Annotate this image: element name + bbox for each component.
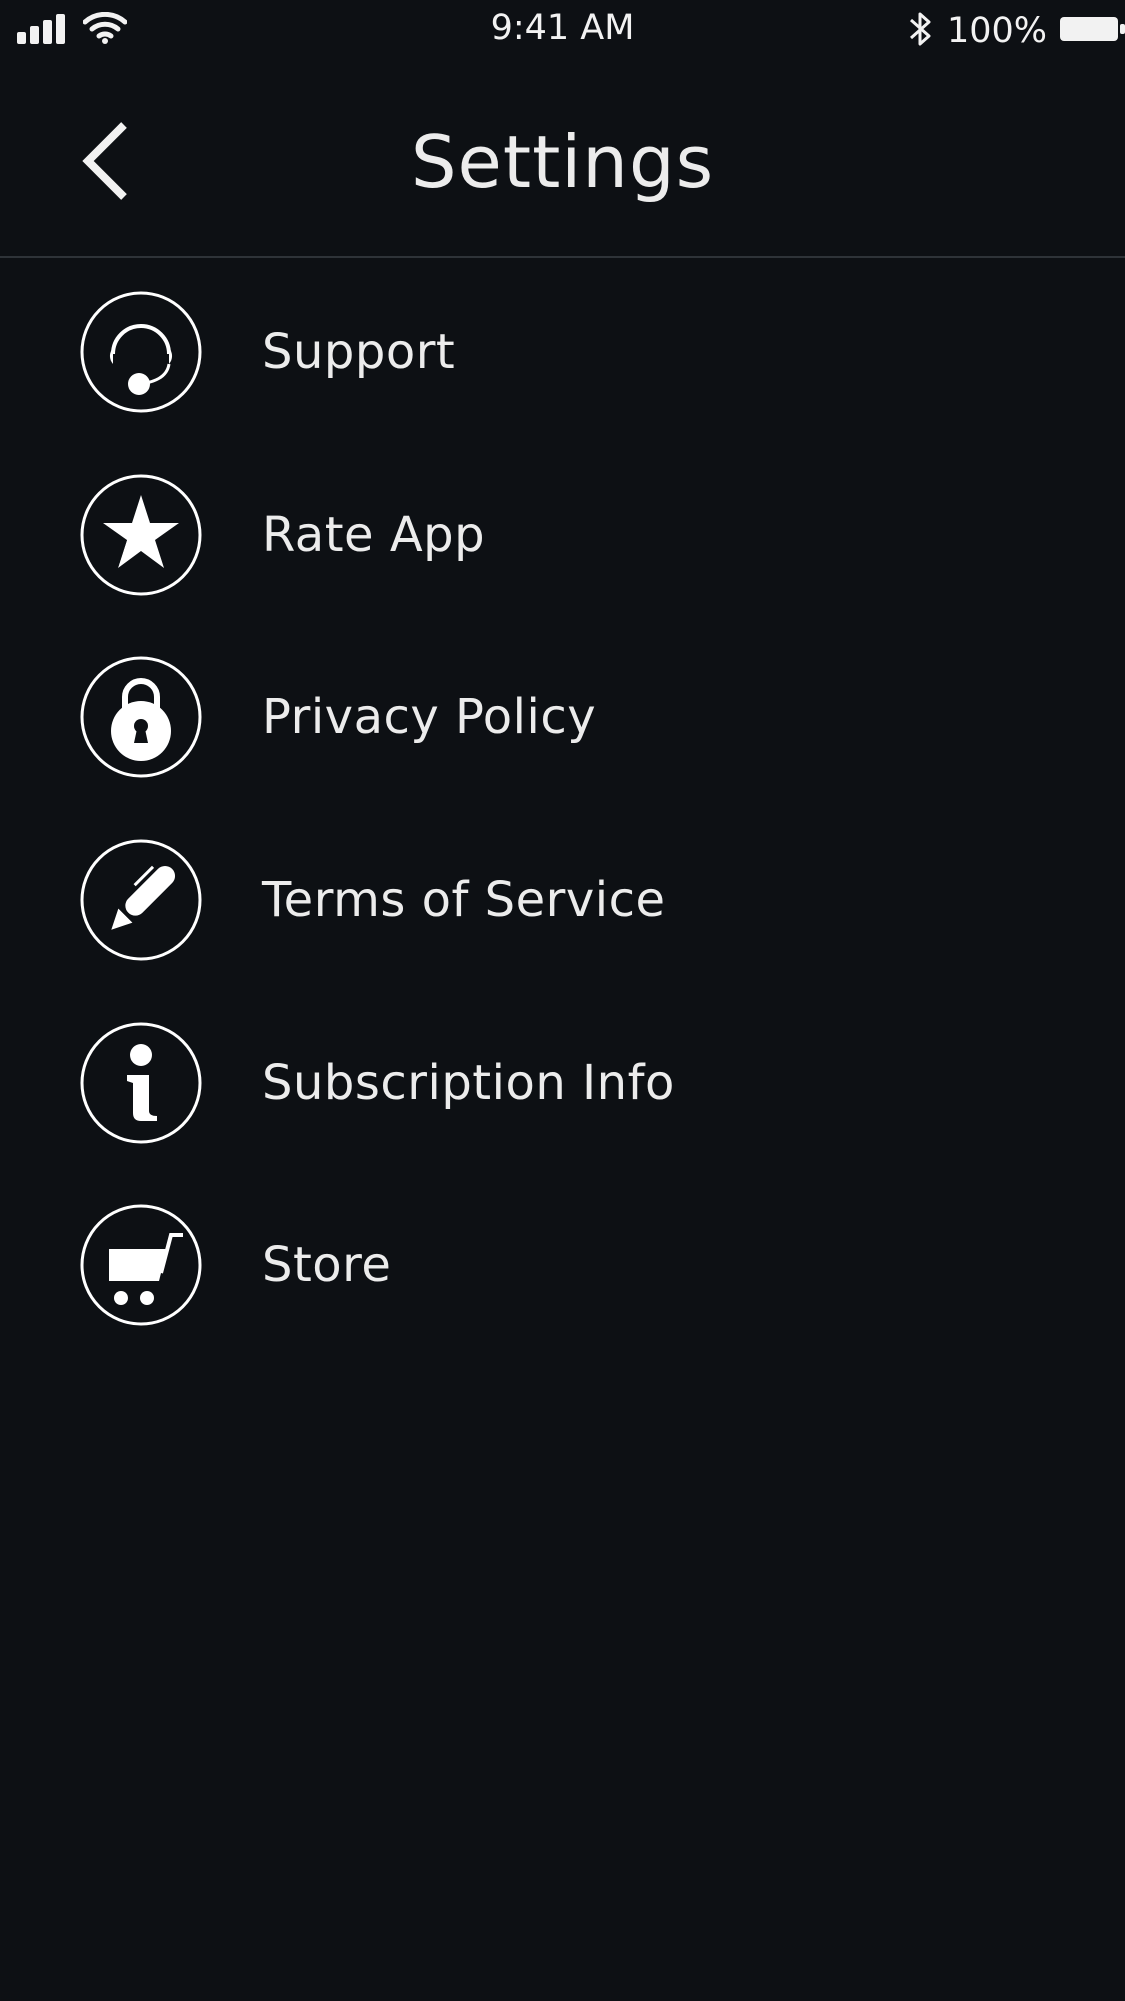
headset-icon (79, 290, 203, 414)
settings-item-privacy-policy[interactable]: Privacy Policy (0, 626, 1125, 809)
lock-icon (79, 655, 203, 779)
settings-item-label: Support (262, 324, 456, 381)
cart-icon (79, 1203, 203, 1327)
settings-item-label: Store (262, 1237, 392, 1294)
settings-item-support[interactable]: Support (0, 261, 1125, 444)
settings-list: Support Rate App Privacy Policy Terms of… (0, 261, 1125, 1357)
info-icon (79, 1021, 203, 1145)
settings-screen: 9:41 AM 100% Settings Support Rate App P… (0, 0, 1125, 2001)
settings-item-label: Terms of Service (262, 872, 666, 929)
status-bar: 9:41 AM 100% (0, 0, 1125, 58)
page-title: Settings (410, 120, 715, 204)
settings-item-store[interactable]: Store (0, 1174, 1125, 1357)
pencil-icon (79, 838, 203, 962)
bluetooth-icon (907, 10, 935, 52)
nav-bar: Settings (0, 58, 1125, 258)
status-right: 100% (907, 10, 1125, 52)
settings-item-rate-app[interactable]: Rate App (0, 444, 1125, 627)
settings-item-subscription-info[interactable]: Subscription Info (0, 991, 1125, 1174)
star-icon (79, 473, 203, 597)
settings-item-label: Rate App (262, 506, 486, 563)
settings-item-label: Subscription Info (262, 1054, 675, 1111)
settings-item-terms-of-service[interactable]: Terms of Service (0, 809, 1125, 992)
battery-icon (1059, 14, 1125, 48)
settings-item-label: Privacy Policy (262, 689, 597, 746)
battery-percent: 100% (946, 11, 1047, 51)
